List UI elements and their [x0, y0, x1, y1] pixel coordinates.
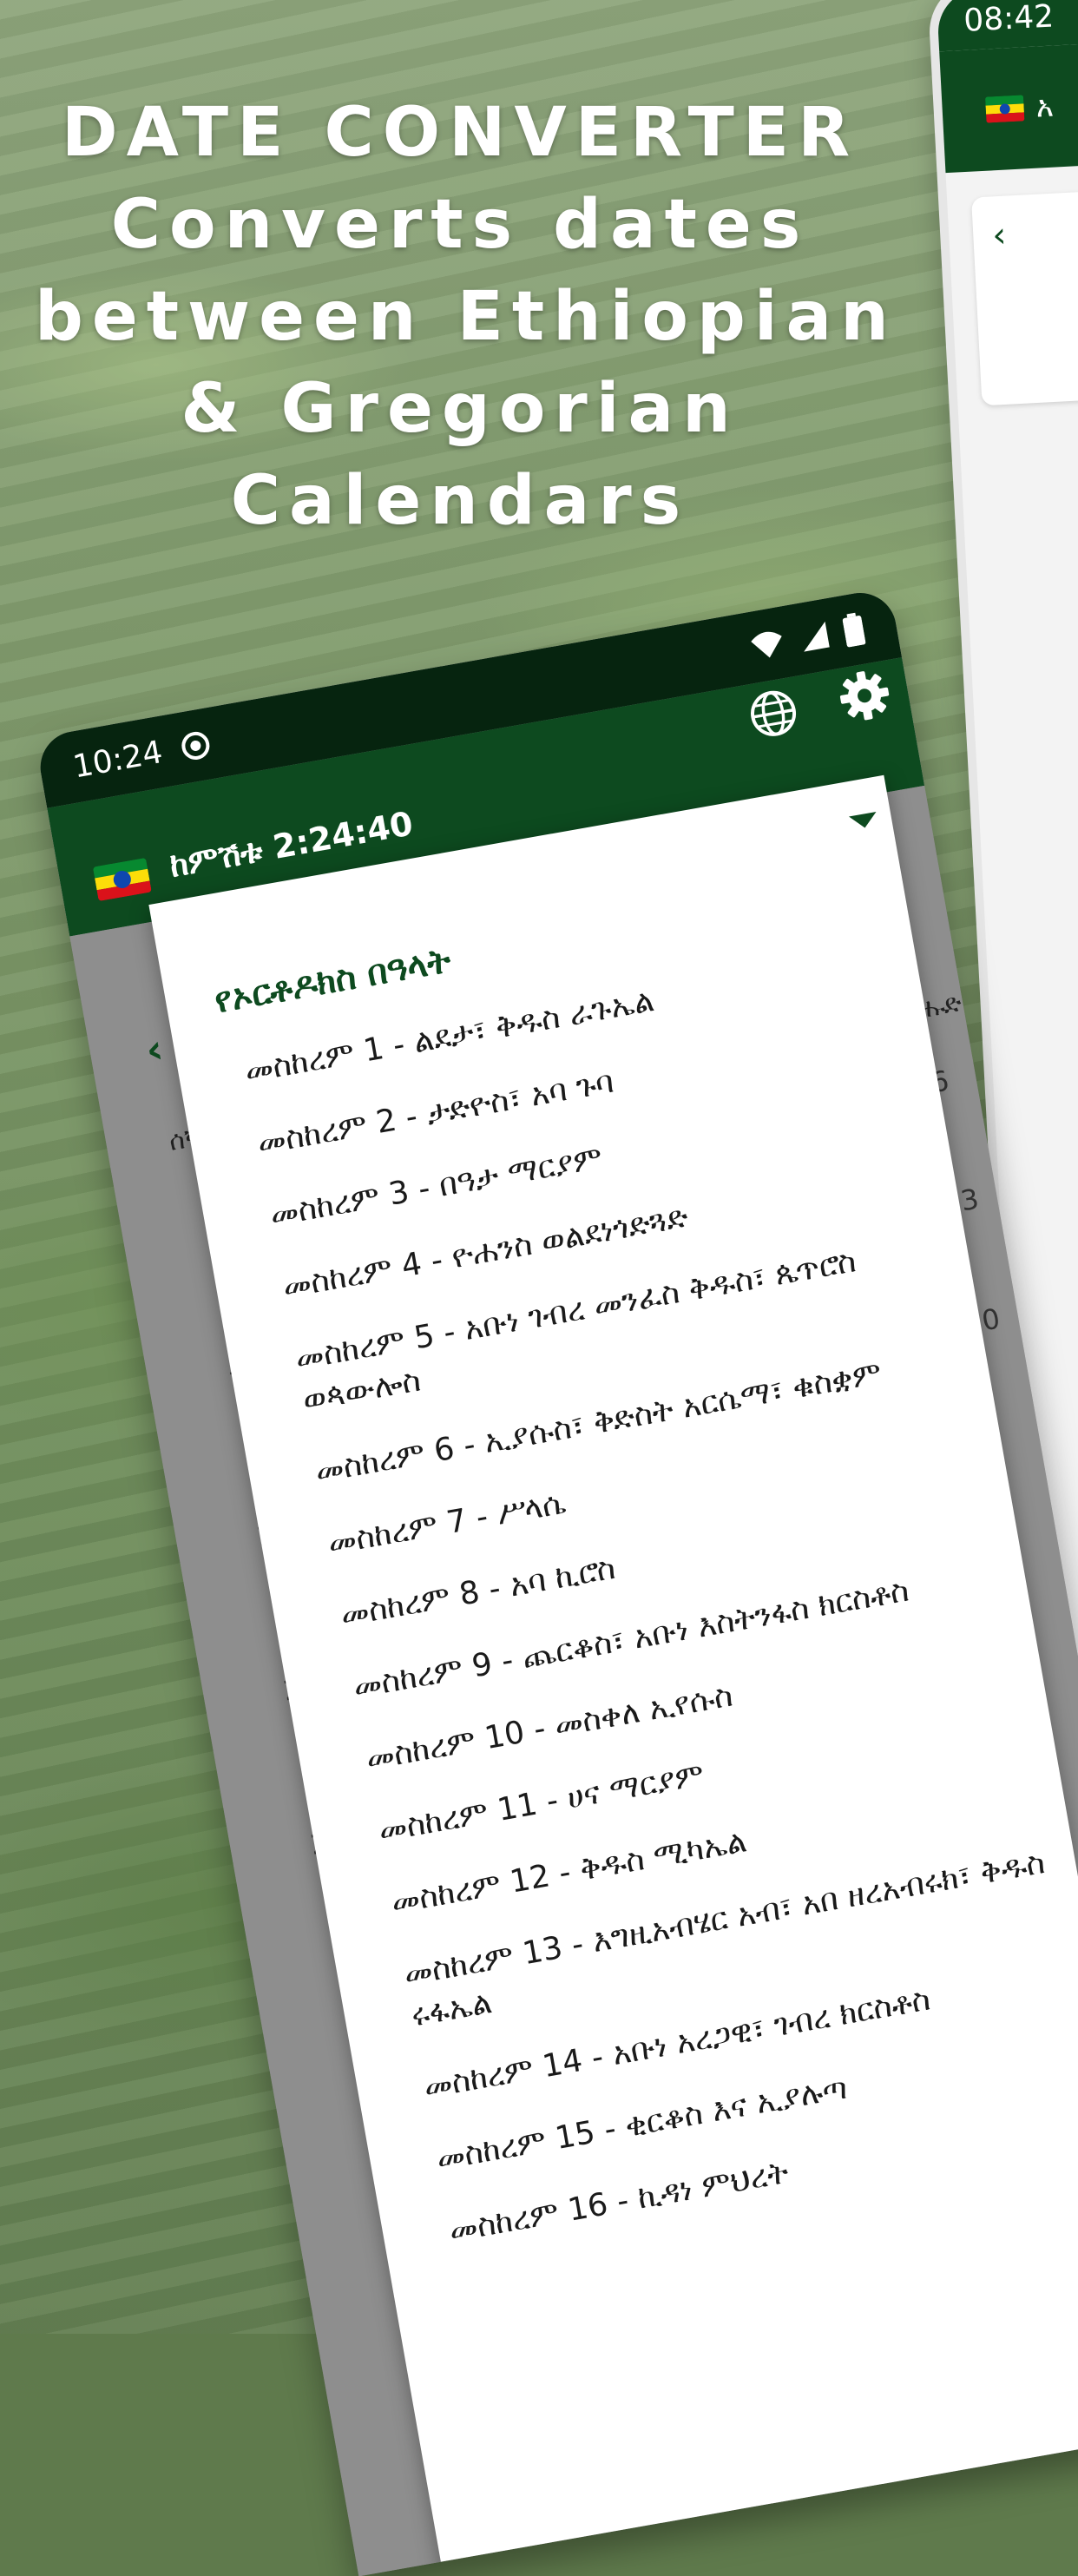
dropdown-arrow-icon[interactable] [848, 811, 879, 831]
background-phone-appbar: አ [939, 32, 1078, 174]
chevron-left-icon[interactable]: ‹ [991, 215, 1007, 256]
headline-line-4: & Gregorian [181, 370, 739, 448]
dropdown-title: የኦርቶዶክስ በዓላት [211, 940, 454, 1022]
headline-line-3: between Ethiopian [35, 278, 897, 356]
headline-line-1: DATE CONVERTER [61, 94, 859, 172]
headline-line-2: Converts dates [110, 186, 810, 264]
promo-headline: DATE CONVERTER Converts dates between Et… [35, 87, 897, 547]
background-phone-card: ‹ [971, 181, 1078, 406]
notification-icon [181, 731, 210, 760]
background-phone-status-time: 08:42 [936, 0, 1078, 52]
holiday-list: መስከረም 1 - ልደታ፣ ቅዱስ ራጉኤል መስከረም 2 - ታድዮስ፣ … [241, 938, 1078, 2283]
status-time: 10:24 [69, 734, 166, 785]
background-phone-title: አ [1035, 89, 1055, 125]
globe-icon[interactable] [746, 685, 802, 741]
battery-icon [842, 612, 866, 648]
headline-line-5: Calendars [230, 462, 690, 540]
ethiopian-flag-icon [984, 95, 1025, 123]
gear-icon[interactable] [834, 665, 895, 726]
ethiopian-flag-icon [92, 857, 152, 902]
signal-icon [804, 621, 830, 652]
wifi-icon [751, 631, 782, 658]
chevron-left-icon[interactable]: ‹ [142, 1024, 167, 1073]
